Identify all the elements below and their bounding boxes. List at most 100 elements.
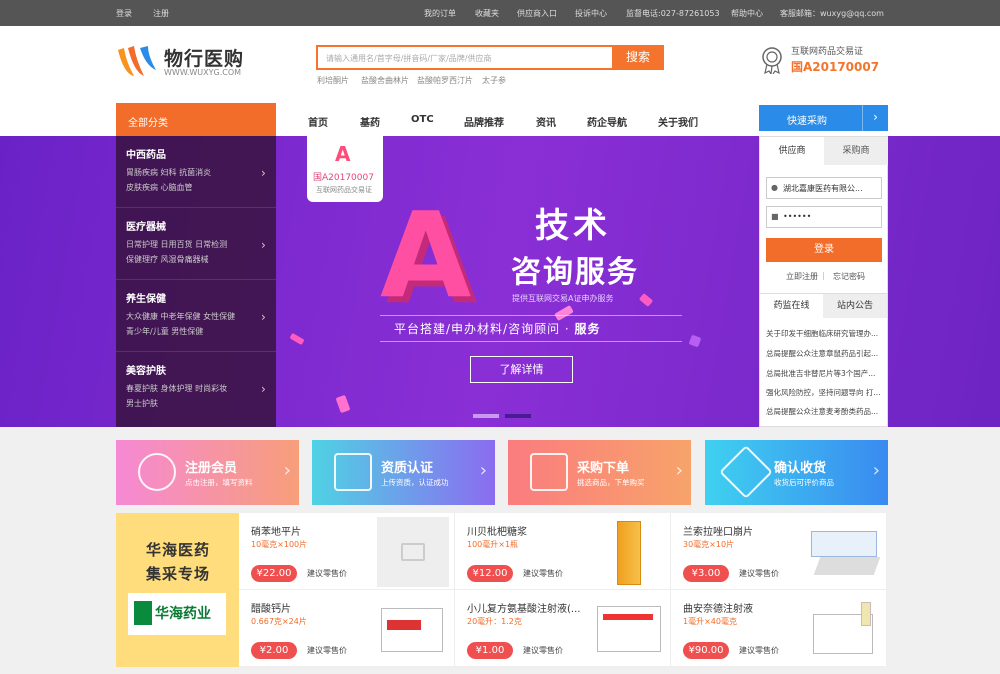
password-field[interactable]: ■ •••••• (766, 206, 882, 228)
product-name[interactable]: 硝苯地平片 (251, 523, 371, 538)
news-item[interactable]: 总局提醒公众注意麦考酚类药品... (766, 406, 884, 417)
learn-more-button[interactable]: 了解详情 (470, 356, 573, 383)
news-item[interactable]: 总局提醒公众注意章鼠药品引起... (766, 348, 884, 359)
category-subitems[interactable]: 青少年/儿童 男性保健 (126, 326, 203, 337)
carousel-dot[interactable] (505, 414, 531, 418)
image-placeholder-icon[interactable] (377, 517, 449, 587)
retail-label: 建议零售价 (739, 569, 779, 578)
banner-services-text: 平台搭建/申办材料/咨询顾问 · (394, 322, 575, 336)
product-image[interactable] (377, 594, 449, 664)
news-item[interactable]: 强化风险防控，坚持问题导向 打... (766, 387, 884, 398)
product-card[interactable]: 硝苯地平片 10毫克×100片 ¥22.00 建议零售价 (239, 513, 455, 590)
product-spec: 100毫升×1瓶 (467, 540, 519, 549)
category-subitems[interactable]: 保健理疗 风湿骨痛器械 (126, 254, 209, 265)
nav-otc[interactable]: OTC (411, 114, 434, 125)
category-subitems[interactable]: 春夏护肤 身体护理 时尚彩妆 (126, 383, 227, 394)
product-name[interactable]: 兰索拉唑口崩片 (683, 523, 803, 538)
login-button[interactable]: 登录 (766, 238, 882, 262)
hot-keyword[interactable]: 盐酸帕罗西汀片 (417, 75, 473, 86)
product-card[interactable]: 醋酸钙片 0.667克×24片 ¥2.00 建议零售价 (239, 590, 455, 667)
category-block[interactable]: 中西药品 胃肠疾病 妇科 抗菌消炎 皮肤疾病 心脑血管 › (116, 136, 276, 208)
hot-keyword[interactable]: 太子参 (482, 75, 506, 86)
tab-fda-online[interactable]: 药监在线 (760, 294, 823, 318)
product-image[interactable] (593, 517, 665, 587)
box-label-image (603, 614, 653, 620)
divider (380, 315, 682, 316)
carousel-dot-active[interactable] (473, 414, 499, 418)
category-title[interactable]: 医疗器械 (126, 218, 166, 233)
confetti-decoration (638, 293, 654, 307)
product-image[interactable] (593, 594, 665, 664)
product-card[interactable]: 兰索拉唑口崩片 30毫克×10片 ¥3.00 建议零售价 (671, 513, 887, 590)
feature-certification[interactable]: 资质认证 上传资质，认证成功 › (312, 440, 495, 505)
forgot-password-link[interactable]: 忘记密码 (833, 271, 865, 282)
search-input[interactable]: 请输入通用名/首字母/拼音码/厂家/品牌/供应商 (316, 45, 612, 70)
category-subitems[interactable]: 大众健康 中老年保健 女性保健 (126, 311, 235, 322)
tab-site-notice[interactable]: 站内公告 (823, 294, 887, 318)
order-form-icon (530, 453, 568, 491)
feature-confirm-receipt[interactable]: 确认收货 收货后可评价商品 › (705, 440, 888, 505)
category-subitems[interactable]: 男士护肤 (126, 398, 158, 409)
product-image[interactable] (809, 594, 881, 664)
category-subitems[interactable]: 胃肠疾病 妇科 抗菌消炎 (126, 167, 211, 178)
injection-box-image (597, 606, 661, 652)
product-spec: 0.667克×24片 (251, 617, 307, 626)
category-subitems[interactable]: 日常护理 日用百货 日常检测 (126, 239, 227, 250)
product-card[interactable]: 曲安奈德注射液 1毫升×40毫克 ¥90.00 建议零售价 (671, 590, 887, 667)
register-link[interactable]: 注册 (153, 8, 169, 19)
login-link[interactable]: 登录 (116, 8, 132, 19)
complaint-center-link[interactable]: 投诉中心 (575, 8, 607, 19)
favorites-link[interactable]: 收藏夹 (475, 8, 499, 19)
huahai-promo-panel[interactable]: 华海医药 集采专场 华海药业 (116, 513, 239, 667)
product-name[interactable]: 曲安奈德注射液 (683, 600, 803, 615)
user-icon (138, 453, 176, 491)
all-categories-tab[interactable]: 全部分类 (116, 103, 276, 136)
logo-icon[interactable] (116, 44, 158, 80)
retail-label: 建议零售价 (307, 646, 347, 655)
category-block[interactable]: 美容护肤 春夏护肤 身体护理 时尚彩妆 男士护肤 › (116, 352, 276, 427)
feature-order[interactable]: 采购下单 挑选商品，下单购买 › (508, 440, 691, 505)
feature-register[interactable]: 注册会员 点击注册，填写资料 › (116, 440, 299, 505)
promo-line-1: 华海医药 (146, 541, 211, 559)
category-title[interactable]: 养生保健 (126, 290, 166, 305)
chevron-right-icon: › (261, 238, 266, 252)
nav-news[interactable]: 资讯 (536, 114, 556, 129)
search-button[interactable]: 搜索 (612, 45, 664, 70)
box-label-image (387, 620, 421, 630)
logo-name[interactable]: 物行医购 (164, 44, 244, 71)
my-orders-link[interactable]: 我的订单 (424, 8, 456, 19)
chevron-right-icon: › (479, 460, 487, 481)
product-card[interactable]: 川贝枇杷糖浆 100毫升×1瓶 ¥12.00 建议零售价 (455, 513, 671, 590)
product-price: ¥2.00 (251, 642, 297, 659)
news-item[interactable]: 总局批准吉非替尼片等3个国产... (766, 368, 884, 379)
product-name[interactable]: 小儿复方氨基酸注射液(... (467, 600, 587, 615)
nav-pharma-directory[interactable]: 药企导航 (587, 114, 627, 129)
nav-about-us[interactable]: 关于我们 (658, 114, 698, 129)
nav-home[interactable]: 首页 (308, 114, 328, 129)
quick-purchase-button[interactable]: 快速采购 › (759, 105, 888, 131)
news-item[interactable]: 关于印发干细胞临床研究管理办... (766, 328, 884, 339)
hot-keyword[interactable]: 利培酮片 (317, 75, 349, 86)
product-card[interactable]: 小儿复方氨基酸注射液(... 20毫升：1.2克 ¥1.00 建议零售价 (455, 590, 671, 667)
hotline-text: 监督电话:027-87261053 (626, 9, 720, 18)
hot-keyword[interactable]: 盐酸舍曲林片 (361, 75, 409, 86)
help-center-link[interactable]: 帮助中心 (731, 8, 763, 19)
product-name[interactable]: 醋酸钙片 (251, 600, 371, 615)
banner-title-1: 技术 (535, 206, 611, 246)
category-subitems[interactable]: 皮肤疾病 心脑血管 (126, 182, 193, 193)
register-now-link[interactable]: 立即注册 (786, 271, 818, 282)
product-image[interactable] (809, 517, 881, 587)
username-field[interactable]: ● 湖北嘉康医药有限公... (766, 177, 882, 199)
category-title[interactable]: 美容护肤 (126, 362, 166, 377)
retail-label: 建议零售价 (739, 646, 779, 655)
tab-buyer[interactable]: 采购商 (824, 137, 888, 165)
product-name[interactable]: 川贝枇杷糖浆 (467, 523, 587, 538)
category-block[interactable]: 养生保健 大众健康 中老年保健 女性保健 青少年/儿童 男性保健 › (116, 280, 276, 352)
nav-brands[interactable]: 品牌推荐 (464, 114, 504, 129)
chevron-right-icon: › (675, 460, 683, 481)
tab-supplier[interactable]: 供应商 (760, 137, 824, 165)
supplier-entry-link[interactable]: 供应商入口 (517, 8, 557, 19)
category-title[interactable]: 中西药品 (126, 146, 166, 161)
category-block[interactable]: 医疗器械 日常护理 日用百货 日常检测 保健理疗 风湿骨痛器械 › (116, 208, 276, 280)
nav-essential-drugs[interactable]: 基药 (360, 114, 380, 129)
